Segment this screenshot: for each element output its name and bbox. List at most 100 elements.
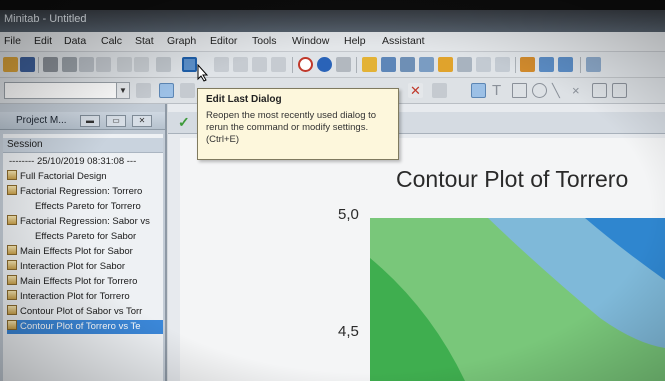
- menu-assistant[interactable]: Assistant: [382, 35, 425, 47]
- graph-icon: [7, 290, 17, 300]
- history-icon[interactable]: [438, 57, 453, 72]
- tree-item[interactable]: Effects Pareto for Torrero: [7, 200, 163, 214]
- arrow-up-icon[interactable]: [214, 57, 229, 72]
- tree-item[interactable]: Main Effects Plot for Torrero: [7, 275, 163, 289]
- session-folder[interactable]: Session: [3, 138, 163, 153]
- chevron-down-icon: ▼: [116, 83, 129, 98]
- graphs-folder-icon[interactable]: [457, 57, 472, 72]
- tree-item-selected[interactable]: Contour Plot of Torrero vs Te: [7, 320, 163, 334]
- pen-icon[interactable]: [180, 83, 195, 98]
- tooltip-body: Reopen the most recently used dialog to …: [206, 110, 377, 145]
- title-bar: Minitab - Untitled: [0, 10, 665, 32]
- tree-item[interactable]: Factorial Regression: Torrero: [7, 185, 163, 199]
- restore-button[interactable]: ▭: [106, 115, 126, 127]
- menu-data[interactable]: Data: [64, 35, 86, 47]
- edit-last-dialog-icon[interactable]: [182, 57, 197, 72]
- print-icon[interactable]: [43, 57, 58, 72]
- menu-edit[interactable]: Edit: [34, 35, 52, 47]
- open-icon[interactable]: [3, 57, 18, 72]
- menu-calc[interactable]: Calc: [101, 35, 122, 47]
- close-button[interactable]: ✕: [132, 115, 152, 127]
- menu-graph[interactable]: Graph: [167, 35, 196, 47]
- rectangle-tool-icon[interactable]: [512, 83, 527, 98]
- edit-element-icon[interactable]: [136, 83, 151, 98]
- zoom-icon[interactable]: [432, 83, 447, 98]
- graph-icon: [7, 275, 17, 285]
- contour-plot: [370, 218, 665, 381]
- graph-canvas[interactable]: Contour Plot of Torrero 5,0 4,5: [180, 138, 665, 381]
- cut-icon[interactable]: [62, 57, 77, 72]
- tree-item[interactable]: Interaction Plot for Sabor: [7, 260, 163, 274]
- stop-icon[interactable]: [336, 57, 351, 72]
- regression-icon: [7, 215, 17, 225]
- tree-item[interactable]: Effects Pareto for Sabor: [7, 230, 163, 244]
- project-manager-icon[interactable]: [400, 57, 415, 72]
- project-manager-panel: Project M... ▬ ▭ ✕ Session -------- 25/1…: [0, 104, 167, 381]
- help-icon[interactable]: [317, 57, 332, 72]
- mouse-cursor-icon: [197, 64, 209, 82]
- tree-item[interactable]: Factorial Regression: Sabor vs: [7, 215, 163, 229]
- window-tile-icon[interactable]: [539, 57, 554, 72]
- annotation-select-icon[interactable]: [471, 83, 486, 98]
- menu-file[interactable]: File: [4, 35, 21, 47]
- session-timestamp: -------- 25/10/2019 08:31:08 ---: [9, 156, 137, 167]
- toolbar-separator: [580, 57, 581, 73]
- project-manager-titlebar: Project M... ▬ ▭ ✕: [0, 112, 165, 130]
- tree-item[interactable]: Full Factorial Design: [7, 170, 163, 184]
- graph-icon: [7, 260, 17, 270]
- line-tool-icon[interactable]: ╲: [552, 83, 567, 98]
- toolbar-separator: [515, 57, 516, 73]
- replace-icon[interactable]: [271, 57, 286, 72]
- marker-tool-icon[interactable]: ×: [572, 83, 587, 98]
- screen: Minitab - Untitled File Edit Data Calc S…: [0, 0, 665, 381]
- graph-title: Contour Plot of Torrero: [396, 166, 629, 192]
- redo-icon[interactable]: [134, 57, 149, 72]
- info-icon[interactable]: [419, 57, 434, 72]
- worksheet-icon[interactable]: [381, 57, 396, 72]
- ellipse-tool-icon[interactable]: [532, 83, 547, 98]
- text-tool-icon[interactable]: T: [492, 83, 507, 98]
- minimize-button[interactable]: ▬: [80, 115, 100, 127]
- report-pad-icon[interactable]: [476, 57, 491, 72]
- session-window-icon[interactable]: [362, 57, 377, 72]
- tree-item[interactable]: Main Effects Plot for Sabor: [7, 245, 163, 259]
- toolbar-separator: [38, 57, 39, 73]
- menu-window[interactable]: Window: [292, 35, 329, 47]
- menu-tools[interactable]: Tools: [252, 35, 277, 47]
- paste-icon[interactable]: [96, 57, 111, 72]
- y-tick-label: 4,5: [338, 323, 359, 340]
- save-icon[interactable]: [20, 57, 35, 72]
- graph-icon: [7, 305, 17, 315]
- tree-item[interactable]: Contour Plot of Sabor vs Torr: [7, 305, 163, 319]
- edit-dialog-icon[interactable]: [156, 57, 171, 72]
- standard-toolbar: [0, 52, 665, 78]
- polygon-tool-icon[interactable]: [592, 83, 607, 98]
- arrow-down-icon[interactable]: [233, 57, 248, 72]
- cancel-icon[interactable]: [298, 57, 313, 72]
- find-icon[interactable]: [252, 57, 267, 72]
- related-docs-icon[interactable]: [495, 57, 510, 72]
- window-title: Minitab - Untitled: [4, 13, 87, 25]
- menu-help[interactable]: Help: [344, 35, 366, 47]
- toolbar-separator: [292, 57, 293, 73]
- graph-chart-icon[interactable]: [520, 57, 535, 72]
- copy-icon[interactable]: [79, 57, 94, 72]
- delete-icon[interactable]: ✕: [408, 83, 423, 98]
- polyline-tool-icon[interactable]: [612, 83, 627, 98]
- y-tick-label: 5,0: [338, 206, 359, 223]
- menu-editor[interactable]: Editor: [210, 35, 237, 47]
- graph-element-select[interactable]: ▼: [4, 82, 130, 99]
- tooltip-title: Edit Last Dialog: [206, 94, 282, 105]
- menu-bar: File Edit Data Calc Stat Graph Editor To…: [0, 32, 665, 52]
- graph-icon: [7, 245, 17, 255]
- window-cascade-icon[interactable]: [558, 57, 573, 72]
- project-tree: Session -------- 25/10/2019 08:31:08 ---…: [3, 134, 163, 381]
- tree-item[interactable]: Interaction Plot for Torrero: [7, 290, 163, 304]
- menu-stat[interactable]: Stat: [135, 35, 154, 47]
- project-manager-title: Project M...: [16, 115, 67, 126]
- graph-icon: [7, 320, 17, 330]
- manage-windows-icon[interactable]: [586, 57, 601, 72]
- toolbar-separator: [356, 57, 357, 73]
- select-icon[interactable]: [159, 83, 174, 98]
- undo-icon[interactable]: [117, 57, 132, 72]
